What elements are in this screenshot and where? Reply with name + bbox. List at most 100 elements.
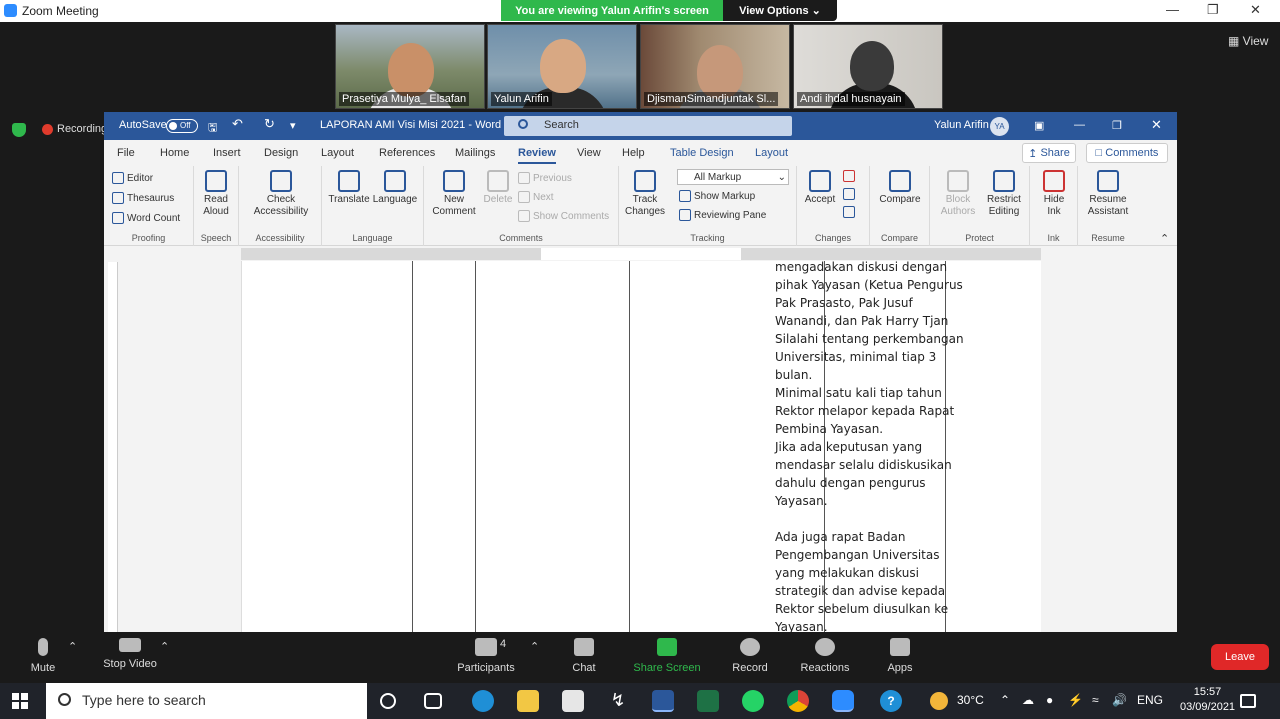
chat-button[interactable]: Chat xyxy=(566,636,602,674)
word-close-icon[interactable]: ✕ xyxy=(1151,117,1162,133)
previous-comment-button[interactable]: Previous xyxy=(518,172,572,184)
restrict-editing-button[interactable]: Restrict Editing xyxy=(982,170,1026,218)
next-comment-button[interactable]: Next xyxy=(518,191,554,203)
restore-icon[interactable]: ❐ xyxy=(1207,2,1219,18)
security-shield-icon[interactable] xyxy=(12,123,26,137)
reviewing-pane-button[interactable]: Reviewing Pane xyxy=(679,209,766,221)
track-changes-button[interactable]: Track Changes xyxy=(623,170,667,218)
whatsapp-icon[interactable] xyxy=(742,690,764,712)
temperature[interactable]: 30°C xyxy=(957,693,984,707)
video-tile-4[interactable]: Andi ihdal husnayain xyxy=(793,24,943,109)
compare-button[interactable]: Compare xyxy=(874,170,926,206)
redo-icon[interactable]: ↻ xyxy=(264,116,275,132)
collapse-ribbon-icon[interactable]: ⌃ xyxy=(1160,232,1169,245)
table-cell-text[interactable]: mengadakan diskusi dengan pihak Yayasan … xyxy=(775,258,965,632)
share-button[interactable]: ↥ Share xyxy=(1022,143,1076,163)
tab-insert[interactable]: Insert xyxy=(213,147,241,159)
read-aloud-button[interactable]: Read Aloud xyxy=(198,170,234,218)
edge-icon[interactable] xyxy=(472,690,494,712)
tab-table-design[interactable]: Table Design xyxy=(670,147,734,159)
next-change-button[interactable] xyxy=(843,206,855,218)
excel-icon[interactable] xyxy=(697,690,719,712)
tab-help[interactable]: Help xyxy=(622,147,645,159)
power-icon[interactable]: ⚡ xyxy=(1068,693,1083,707)
task-view-icon[interactable] xyxy=(424,693,442,709)
word-count-button[interactable]: Word Count xyxy=(112,212,180,224)
tab-references[interactable]: References xyxy=(379,147,435,159)
avatar[interactable]: YA xyxy=(990,117,1009,136)
video-tile-2[interactable]: Yalun Arifin xyxy=(487,24,637,109)
video-tile-3[interactable]: DjismanSimandjuntak Sl... xyxy=(640,24,790,109)
thesaurus-button[interactable]: Thesaurus xyxy=(112,192,174,204)
view-button[interactable]: ▦ View xyxy=(1228,34,1268,48)
undo-icon[interactable]: ↶ xyxy=(232,116,243,132)
resume-assistant-button[interactable]: Resume Assistant xyxy=(1082,170,1134,218)
volume-icon[interactable]: 🔊 xyxy=(1112,693,1127,707)
delete-comment-button[interactable]: Delete xyxy=(480,170,516,206)
vertical-ruler[interactable] xyxy=(108,262,118,632)
editor-button[interactable]: Editor xyxy=(112,172,153,184)
word-minimize-icon[interactable]: — xyxy=(1074,119,1085,131)
tab-file[interactable]: File xyxy=(117,147,135,159)
taskbar-search[interactable]: Type here to search xyxy=(46,683,367,719)
weather-icon[interactable] xyxy=(930,692,948,710)
tab-table-layout[interactable]: Layout xyxy=(755,147,788,159)
tab-layout[interactable]: Layout xyxy=(321,147,354,159)
search-box[interactable]: Search xyxy=(504,116,792,136)
file-explorer-icon[interactable] xyxy=(517,690,539,712)
previous-change-button[interactable] xyxy=(843,188,855,200)
minimize-icon[interactable]: — xyxy=(1166,2,1179,17)
stop-video-button[interactable]: Stop Video xyxy=(98,636,162,670)
participants-options-icon[interactable]: ⌃ xyxy=(530,640,539,653)
chrome-icon[interactable] xyxy=(787,690,809,712)
check-accessibility-button[interactable]: Check Accessibility xyxy=(245,170,317,218)
zoom-icon[interactable] xyxy=(832,690,854,712)
video-tile-1[interactable]: Prasetiya Mulya_ Elsafan xyxy=(335,24,485,109)
leave-button[interactable]: Leave xyxy=(1211,644,1269,670)
input-language[interactable]: ENG xyxy=(1137,693,1163,707)
translate-button[interactable]: Translate xyxy=(328,170,370,206)
comments-button[interactable]: □ Comments xyxy=(1086,143,1168,163)
start-icon[interactable] xyxy=(12,693,28,709)
recording-indicator[interactable]: Recording xyxy=(42,123,107,135)
reactions-button[interactable]: Reactions xyxy=(798,636,852,674)
language-button[interactable]: Language xyxy=(372,170,418,206)
microphone-tray-icon[interactable]: ● xyxy=(1046,693,1053,707)
app-icon[interactable]: ↯ xyxy=(607,690,629,712)
audio-options-icon[interactable]: ⌃ xyxy=(68,640,77,653)
markup-select[interactable]: All Markup ⌄ xyxy=(677,169,789,185)
tab-view[interactable]: View xyxy=(577,147,601,159)
help-icon[interactable]: ? xyxy=(880,690,902,712)
tab-home[interactable]: Home xyxy=(160,147,189,159)
new-comment-button[interactable]: New Comment xyxy=(430,170,478,218)
word-icon[interactable] xyxy=(652,690,674,712)
cortana-icon[interactable] xyxy=(380,693,396,709)
mute-button[interactable]: Mute xyxy=(28,636,58,674)
participants-button[interactable]: Participants xyxy=(454,636,518,674)
show-comments-button[interactable]: Show Comments xyxy=(518,210,609,222)
view-options-button[interactable]: View Options ⌄ xyxy=(723,0,837,21)
store-icon[interactable] xyxy=(562,690,584,712)
customize-toolbar-icon[interactable]: ▾ xyxy=(290,119,296,132)
onedrive-icon[interactable]: ☁ xyxy=(1022,693,1034,707)
show-hidden-icons-icon[interactable]: ⌃ xyxy=(1000,693,1010,707)
show-markup-button[interactable]: Show Markup xyxy=(679,190,755,202)
tab-review[interactable]: Review xyxy=(518,147,556,164)
document-page[interactable]: mengadakan diskusi dengan pihak Yayasan … xyxy=(241,258,1041,632)
autosave-toggle[interactable]: Off xyxy=(166,119,198,133)
clock[interactable]: 15:57 03/09/2021 xyxy=(1180,685,1235,715)
reject-button[interactable] xyxy=(843,170,855,182)
apps-button[interactable]: Apps xyxy=(884,636,916,674)
block-authors-button[interactable]: Block Authors xyxy=(936,170,980,218)
close-icon[interactable]: ✕ xyxy=(1250,2,1261,18)
ribbon-display-icon[interactable]: ▣ xyxy=(1034,119,1044,132)
hide-ink-button[interactable]: Hide Ink xyxy=(1036,170,1072,218)
share-screen-button[interactable]: Share Screen xyxy=(632,636,702,674)
accept-button[interactable]: Accept xyxy=(801,170,839,206)
video-options-icon[interactable]: ⌃ xyxy=(160,640,169,653)
word-restore-icon[interactable]: ❐ xyxy=(1112,119,1122,132)
tab-design[interactable]: Design xyxy=(264,147,298,159)
notifications-icon[interactable] xyxy=(1240,694,1256,708)
record-button[interactable]: Record xyxy=(730,636,770,674)
save-icon[interactable]: 🖫 xyxy=(208,119,217,138)
